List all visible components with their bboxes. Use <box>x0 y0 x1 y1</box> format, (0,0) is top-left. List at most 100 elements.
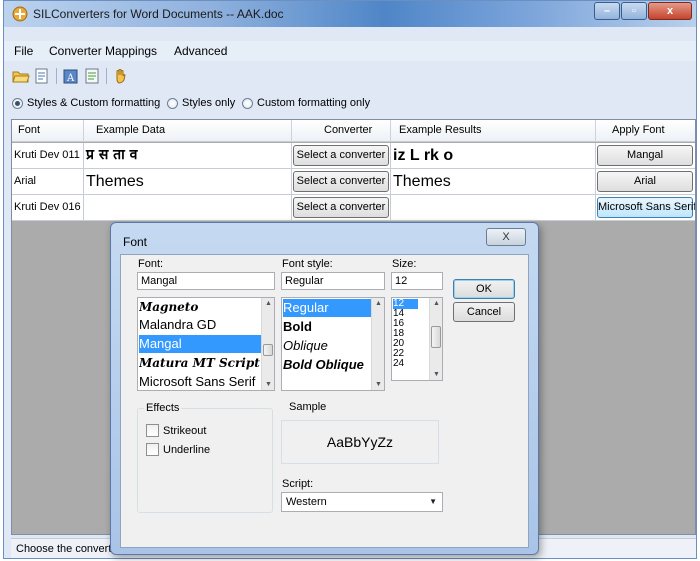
scroll-up-icon[interactable]: ▲ <box>375 300 382 307</box>
column-header-example-results[interactable]: Example Results <box>391 120 596 142</box>
font-list-scrollbar[interactable]: ▲ ▼ <box>261 298 274 390</box>
menu-advanced[interactable]: Advanced <box>174 44 227 58</box>
scroll-up-icon[interactable]: ▲ <box>433 300 440 307</box>
size-list-item-selected[interactable]: 12 <box>393 299 418 309</box>
row-example-results[interactable] <box>391 195 596 220</box>
radio-label: Styles only <box>182 97 236 109</box>
checkbox-box[interactable] <box>146 443 159 456</box>
font-style-input[interactable]: Regular <box>281 272 385 290</box>
scroll-thumb[interactable] <box>431 326 441 348</box>
column-header-example-data[interactable]: Example Data <box>84 120 292 142</box>
table-row[interactable]: Kruti Dev 016 Select a converter Microso… <box>12 195 695 221</box>
underline-label: Underline <box>163 443 211 456</box>
row-converter-cell: Select a converter <box>292 195 391 220</box>
menu-file[interactable]: File <box>14 44 33 58</box>
select-converter-button[interactable]: Select a converter <box>293 145 389 166</box>
row-apply-font-cell: Mangal <box>596 143 695 168</box>
column-header-font[interactable]: Font <box>12 120 84 142</box>
size-list-item[interactable]: 16 <box>393 319 418 329</box>
scroll-down-icon[interactable]: ▼ <box>433 371 440 378</box>
size-list-item[interactable]: 24 <box>393 359 418 369</box>
font-style-list[interactable]: Regular Bold Oblique Bold Oblique ▲ ▼ <box>281 297 385 391</box>
row-example-data[interactable]: Themes <box>84 169 292 194</box>
apply-font-button[interactable]: Arial <box>597 171 693 192</box>
font-list-item-selected[interactable]: Mangal <box>139 335 261 353</box>
size-list-item[interactable]: 22 <box>393 349 418 359</box>
script-select[interactable]: Western ▼ <box>281 492 443 512</box>
size-list-item[interactable]: 20 <box>393 339 418 349</box>
sample-label: Sample <box>289 401 327 413</box>
table-row[interactable]: Arial Themes Select a converter Themes A… <box>12 169 695 195</box>
sample-preview: AaBbYyZz <box>281 420 439 464</box>
menu-converter-mappings[interactable]: Converter Mappings <box>49 44 157 58</box>
script-label: Script: <box>282 478 314 490</box>
font-icon[interactable]: A <box>62 67 80 85</box>
font-name-input[interactable]: Mangal <box>137 272 275 290</box>
window-title: SILConverters for Word Documents -- AAK.… <box>33 7 284 21</box>
scroll-thumb[interactable] <box>263 344 273 356</box>
chevron-down-icon[interactable]: ▼ <box>429 493 437 511</box>
grid-header: Font Example Data Converter Example Resu… <box>12 120 695 142</box>
scroll-down-icon[interactable]: ▼ <box>375 381 382 388</box>
close-button[interactable]: x <box>648 2 692 20</box>
style-list-item-selected[interactable]: Regular <box>283 299 371 317</box>
scroll-down-icon[interactable]: ▼ <box>265 381 272 388</box>
size-list-scrollbar[interactable]: ▲ ▼ <box>429 298 442 380</box>
row-example-results[interactable]: Themes <box>391 169 596 194</box>
script-value: Western <box>286 496 327 508</box>
window-controls: – ▫ x <box>594 2 692 20</box>
size-list-item[interactable]: 14 <box>393 309 418 319</box>
column-header-apply-font[interactable]: Apply Font <box>596 120 695 142</box>
apply-font-button[interactable]: Mangal <box>597 145 693 166</box>
dialog-close-button[interactable]: X <box>486 228 526 246</box>
properties-icon[interactable] <box>83 67 101 85</box>
strikeout-checkbox[interactable]: Strikeout <box>146 424 206 437</box>
radio-styles-custom[interactable]: Styles & Custom formatting <box>12 97 160 109</box>
font-list-item[interactable]: Malandra GD <box>139 316 261 334</box>
size-list-item[interactable]: 18 <box>393 329 418 339</box>
cancel-button[interactable]: Cancel <box>453 302 515 322</box>
radio-dot[interactable] <box>167 97 178 109</box>
table-row[interactable]: Kruti Dev 011 प्र स ता व Select a conver… <box>12 143 695 169</box>
ok-button[interactable]: OK <box>453 279 515 299</box>
size-label: Size: <box>392 258 417 270</box>
row-apply-font-cell: Microsoft Sans Serif <box>596 195 695 220</box>
font-list-item[interactable]: Matura MT Script <box>139 354 261 372</box>
style-list-item[interactable]: Bold Oblique <box>283 356 371 374</box>
row-example-results[interactable]: iz L rk o <box>391 143 596 168</box>
title-bar[interactable]: SILConverters for Word Documents -- AAK.… <box>4 1 696 27</box>
scroll-up-icon[interactable]: ▲ <box>265 300 272 307</box>
row-example-data[interactable] <box>84 195 292 220</box>
toolbar-separator <box>106 68 107 84</box>
radio-custom-only[interactable]: Custom formatting only <box>242 97 370 109</box>
row-converter-cell: Select a converter <box>292 169 391 194</box>
apply-font-button[interactable]: Microsoft Sans Serif <box>597 197 695 218</box>
font-size-input[interactable]: 12 <box>391 272 443 290</box>
select-converter-button[interactable]: Select a converter <box>293 171 389 192</box>
maximize-button[interactable]: ▫ <box>621 2 647 20</box>
formatting-options: Styles & Custom formatting Styles only C… <box>4 94 696 114</box>
effects-group: Effects Strikeout Underline <box>137 402 273 513</box>
checkbox-box[interactable] <box>146 424 159 437</box>
svg-text:A: A <box>66 73 75 84</box>
save-document-icon[interactable] <box>33 67 51 85</box>
style-list-item[interactable]: Oblique <box>283 337 371 355</box>
row-converter-cell: Select a converter <box>292 143 391 168</box>
row-example-data[interactable]: प्र स ता व <box>84 143 292 168</box>
font-list-item[interactable]: Magneto <box>139 299 261 315</box>
radio-styles-only[interactable]: Styles only <box>167 97 235 109</box>
minimize-button[interactable]: – <box>594 2 620 20</box>
open-folder-icon[interactable] <box>12 67 30 85</box>
font-list[interactable]: Magneto Malandra GD Mangal Matura MT Scr… <box>137 297 275 391</box>
style-list-scrollbar[interactable]: ▲ ▼ <box>371 298 384 390</box>
radio-dot[interactable] <box>12 97 23 109</box>
column-header-converter[interactable]: Converter <box>292 120 391 142</box>
font-style-label: Font style: <box>282 258 333 270</box>
radio-dot[interactable] <box>242 97 253 109</box>
select-converter-button[interactable]: Select a converter <box>293 197 389 218</box>
style-list-item[interactable]: Bold <box>283 318 371 336</box>
underline-checkbox[interactable]: Underline <box>146 443 210 456</box>
hand-icon[interactable] <box>112 67 130 85</box>
font-list-item[interactable]: Microsoft Sans Serif <box>139 373 261 390</box>
font-size-list[interactable]: 12 14 16 18 20 22 24 ▲ ▼ <box>391 297 443 381</box>
